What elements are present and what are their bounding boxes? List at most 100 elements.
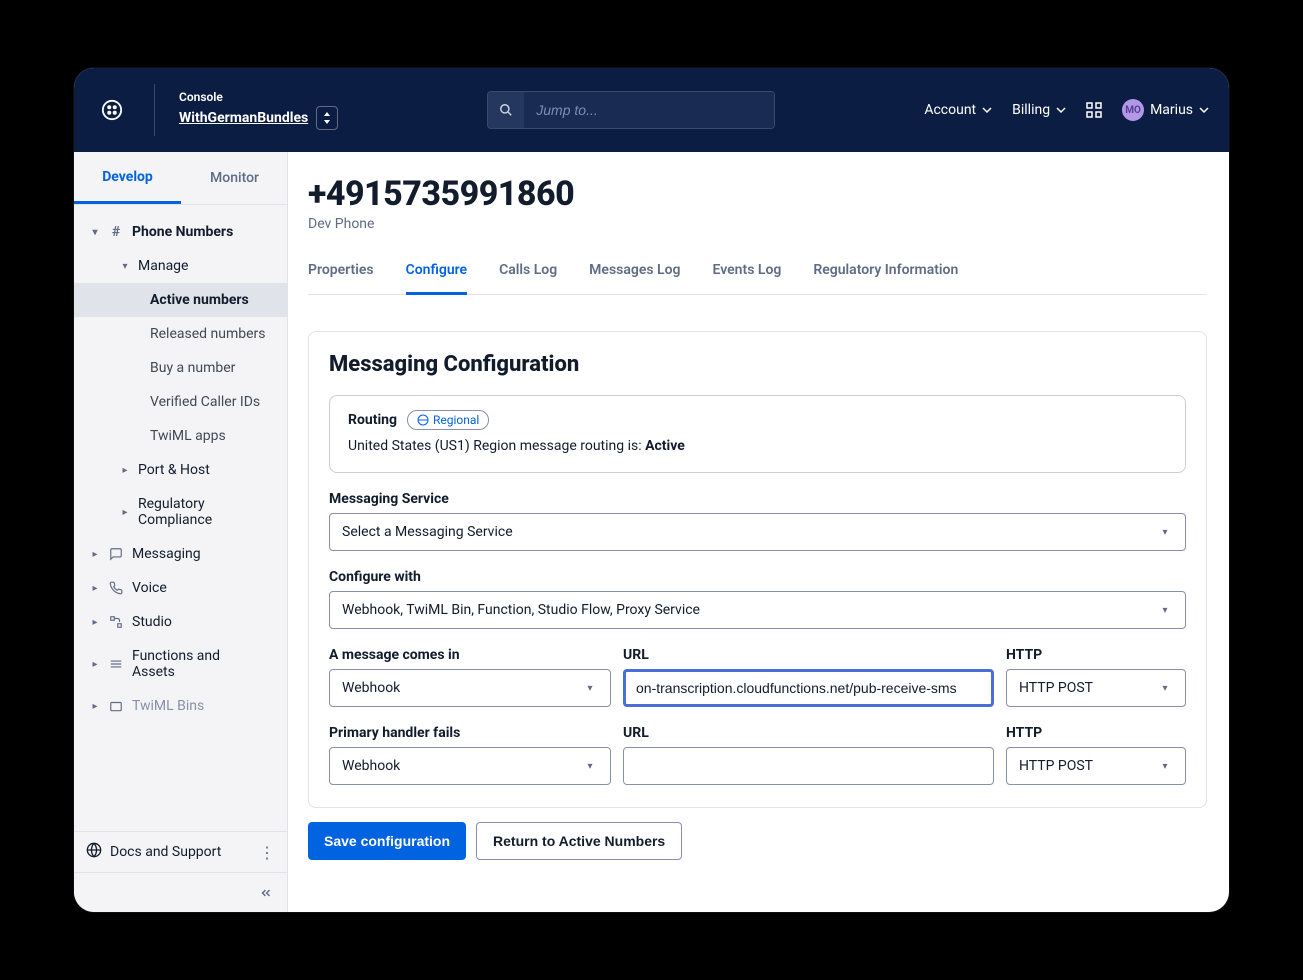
routing-text: United States (US1) Region message routi… xyxy=(348,438,1167,454)
nav-label: Active numbers xyxy=(150,292,249,308)
billing-menu[interactable]: Billing xyxy=(1012,102,1066,118)
sidebar: Develop Monitor ▾ # Phone Numbers ▾ Mana… xyxy=(74,152,288,912)
nav-twiml-bins[interactable]: ▸ TwiML Bins xyxy=(74,689,287,723)
card-heading: Messaging Configuration xyxy=(329,352,1186,377)
fails-http-select[interactable]: HTTP POST ▾ xyxy=(1006,747,1186,785)
fails-handler-select[interactable]: Webhook ▾ xyxy=(329,747,611,785)
nav-buy-number[interactable]: Buy a number xyxy=(74,351,287,385)
nav-label: Voice xyxy=(132,580,167,596)
docs-support-row[interactable]: Docs and Support ⋮ xyxy=(74,831,287,872)
chevron-down-icon: ▾ xyxy=(582,758,598,774)
account-menu[interactable]: Account xyxy=(924,102,992,118)
nav-regulatory-compliance[interactable]: ▸ Regulatory Compliance xyxy=(74,487,287,537)
collapse-icon xyxy=(259,886,273,900)
project-expand-button[interactable] xyxy=(316,106,338,130)
nav-active-numbers[interactable]: Active numbers xyxy=(74,283,287,317)
project-name[interactable]: WithGermanBundles xyxy=(179,110,308,126)
user-name: Marius xyxy=(1150,102,1193,118)
field-label: A message comes in xyxy=(329,647,611,663)
avatar: MO xyxy=(1122,99,1144,121)
tab-messages-log[interactable]: Messages Log xyxy=(589,252,680,294)
select-value: HTTP POST xyxy=(1019,758,1093,774)
regional-badge: Regional xyxy=(407,410,489,430)
nav-port-host[interactable]: ▸ Port & Host xyxy=(74,453,287,487)
nav-label: Functions and Assets xyxy=(132,648,242,680)
search-input[interactable] xyxy=(524,92,774,128)
select-value: Webhook, TwiML Bin, Function, Studio Flo… xyxy=(342,602,700,618)
chevron-down-icon: ▾ xyxy=(1157,680,1173,696)
nav-twiml-apps[interactable]: TwiML apps xyxy=(74,419,287,453)
fails-url-input[interactable] xyxy=(623,747,994,785)
apps-grid-icon[interactable] xyxy=(1086,102,1102,118)
collapse-sidebar-button[interactable] xyxy=(74,872,287,912)
nav-manage[interactable]: ▾ Manage xyxy=(74,249,287,283)
save-button[interactable]: Save configuration xyxy=(308,822,466,860)
account-label: Account xyxy=(924,102,976,118)
routing-label: Routing xyxy=(348,412,397,428)
routing-box: Routing Regional United States (US1) Reg… xyxy=(329,395,1186,473)
sidebar-tab-monitor[interactable]: Monitor xyxy=(181,152,288,204)
header: Console WithGermanBundles Account Billin… xyxy=(74,68,1229,152)
field-label: Configure with xyxy=(329,569,1186,585)
message-comes-in-row: A message comes in Webhook ▾ URL HTTP xyxy=(329,647,1186,707)
nav-label: TwiML Bins xyxy=(132,698,204,714)
configure-with-select[interactable]: Webhook, TwiML Bin, Function, Studio Flo… xyxy=(329,591,1186,629)
search-button[interactable] xyxy=(488,92,524,128)
nav-functions-assets[interactable]: ▸ Functions and Assets xyxy=(74,639,287,689)
tab-configure[interactable]: Configure xyxy=(406,252,467,295)
nav-label: Buy a number xyxy=(150,360,235,376)
page-tabs: Properties Configure Calls Log Messages … xyxy=(308,252,1207,295)
sidebar-tab-develop[interactable]: Develop xyxy=(74,152,181,204)
nav-messaging[interactable]: ▸ Messaging xyxy=(74,537,287,571)
phone-icon xyxy=(108,581,124,595)
tab-events-log[interactable]: Events Log xyxy=(713,252,782,294)
console-label: Console xyxy=(179,90,338,104)
chevron-right-icon: ▸ xyxy=(90,659,100,670)
chevron-down-icon: ▾ xyxy=(1157,524,1173,540)
nav-phone-numbers[interactable]: ▾ # Phone Numbers xyxy=(74,215,287,249)
tab-regulatory[interactable]: Regulatory Information xyxy=(813,252,958,294)
field-label: URL xyxy=(623,647,994,663)
select-value: Webhook xyxy=(342,758,400,774)
nav-label: Messaging xyxy=(132,546,201,562)
nav-label: Released numbers xyxy=(150,326,266,342)
action-buttons: Save configuration Return to Active Numb… xyxy=(308,822,1207,860)
nav-verified-caller-ids[interactable]: Verified Caller IDs xyxy=(74,385,287,419)
comes-in-url-input[interactable] xyxy=(623,669,994,707)
tab-properties[interactable]: Properties xyxy=(308,252,374,294)
nav: ▾ # Phone Numbers ▾ Manage Active number… xyxy=(74,205,287,831)
chevron-down-icon: ▾ xyxy=(582,680,598,696)
nav-label: Phone Numbers xyxy=(132,224,233,240)
chevron-down-icon: ▾ xyxy=(1157,758,1173,774)
select-value: HTTP POST xyxy=(1019,680,1093,696)
chevron-right-icon: ▸ xyxy=(90,617,100,628)
main-content: +4915735991860 Dev Phone Properties Conf… xyxy=(288,152,1229,912)
billing-label: Billing xyxy=(1012,102,1050,118)
chevron-right-icon: ▸ xyxy=(120,465,130,476)
page-subtitle: Dev Phone xyxy=(308,216,1207,232)
nav-label: Docs and Support xyxy=(110,844,221,860)
nav-label: Verified Caller IDs xyxy=(150,394,260,410)
comes-in-handler-select[interactable]: Webhook ▾ xyxy=(329,669,611,707)
nav-label: Port & Host xyxy=(138,462,210,478)
nav-label: TwiML apps xyxy=(150,428,226,444)
chevron-right-icon: ▸ xyxy=(120,507,130,518)
chat-icon xyxy=(108,547,124,561)
nav-voice[interactable]: ▸ Voice xyxy=(74,571,287,605)
user-menu[interactable]: MO Marius xyxy=(1122,99,1209,121)
comes-in-http-select[interactable]: HTTP POST ▾ xyxy=(1006,669,1186,707)
nav-studio[interactable]: ▸ Studio xyxy=(74,605,287,639)
chevron-down-icon xyxy=(1199,105,1209,115)
field-label: Messaging Service xyxy=(329,491,1186,507)
chevron-right-icon: ▸ xyxy=(90,583,100,594)
chevron-right-icon: ▸ xyxy=(90,701,100,712)
app-logo[interactable] xyxy=(94,92,130,128)
app-window: Console WithGermanBundles Account Billin… xyxy=(74,68,1229,912)
nav-released-numbers[interactable]: Released numbers xyxy=(74,317,287,351)
tab-calls-log[interactable]: Calls Log xyxy=(499,252,557,294)
messaging-service-field: Messaging Service Select a Messaging Ser… xyxy=(329,491,1186,551)
messaging-service-select[interactable]: Select a Messaging Service ▾ xyxy=(329,513,1186,551)
chevron-down-icon: ▾ xyxy=(90,227,100,238)
return-button[interactable]: Return to Active Numbers xyxy=(476,822,682,860)
more-icon[interactable]: ⋮ xyxy=(259,843,275,862)
